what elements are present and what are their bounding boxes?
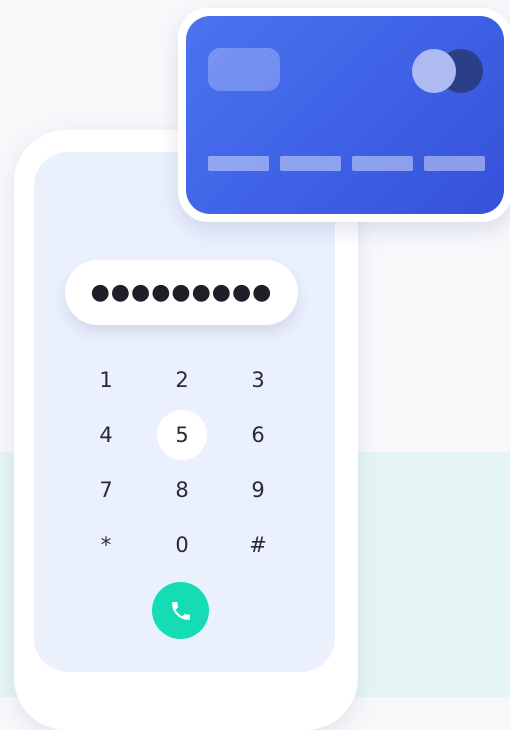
key-6[interactable]: 6 [233, 410, 283, 460]
key-3[interactable]: 3 [233, 355, 283, 405]
pin-masked-value: ●●●●●●●●● [90, 279, 273, 305]
key-2[interactable]: 2 [157, 355, 207, 405]
key-8[interactable]: 8 [157, 465, 207, 515]
key-7[interactable]: 7 [81, 465, 131, 515]
key-5-active[interactable]: 5 [157, 409, 207, 460]
card-number-group-1 [208, 156, 269, 171]
phone-icon [171, 601, 190, 620]
key-0[interactable]: 0 [157, 520, 207, 570]
key-4[interactable]: 4 [81, 410, 131, 460]
credit-card-face [186, 16, 504, 214]
key-1[interactable]: 1 [81, 355, 131, 405]
numeric-keypad: 1 2 3 4 5 6 7 8 9 * 0 # [68, 352, 297, 572]
phone-screen: ●●●●●●●●● 1 2 3 4 5 6 7 8 9 * 0 # [34, 152, 335, 672]
key-9[interactable]: 9 [233, 465, 283, 515]
card-number-group-4 [424, 156, 485, 171]
card-number-group-2 [280, 156, 341, 171]
card-number-group-3 [352, 156, 413, 171]
credit-card [178, 8, 510, 222]
call-button[interactable] [152, 582, 209, 639]
card-chip [208, 48, 280, 91]
card-brand-logo-light-circle [412, 49, 456, 93]
pin-input-field[interactable]: ●●●●●●●●● [65, 260, 298, 325]
key-star[interactable]: * [81, 520, 131, 570]
key-hash[interactable]: # [233, 520, 283, 570]
